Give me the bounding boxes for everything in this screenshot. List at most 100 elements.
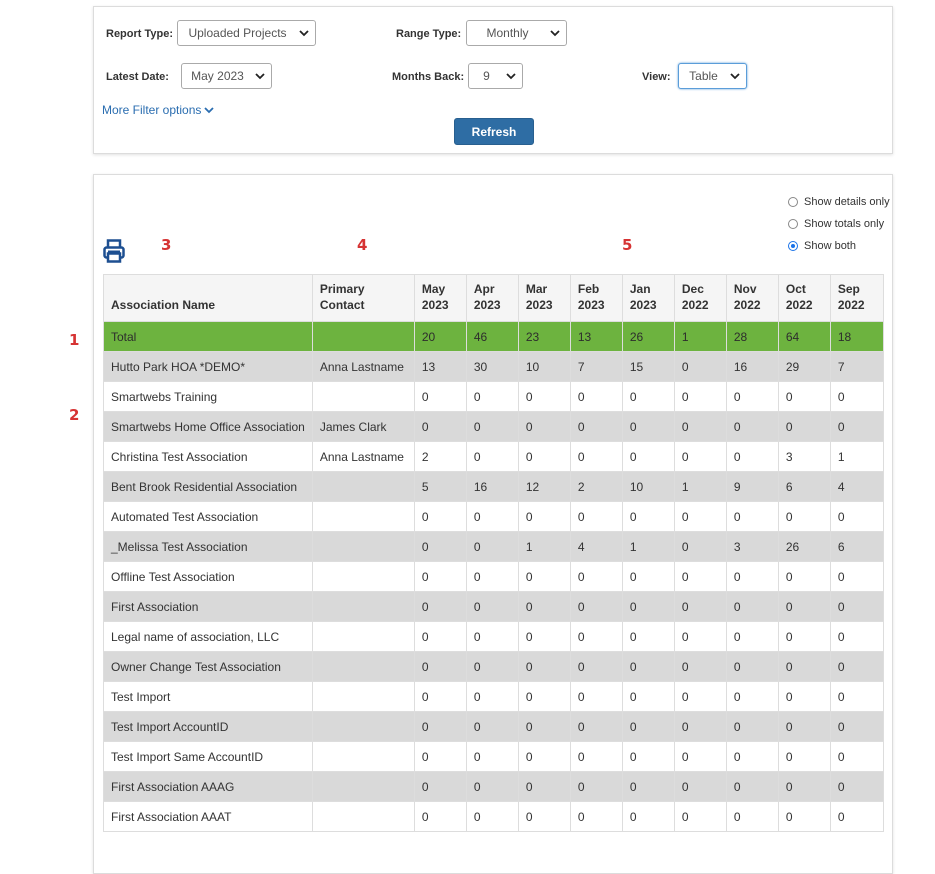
view-select[interactable]: Table [678, 63, 747, 89]
count-cell: 0 [465, 561, 519, 592]
primary-contact-cell [311, 531, 415, 562]
count-cell: 0 [413, 651, 467, 682]
show-totals-only-option[interactable]: Show totals only [788, 218, 884, 230]
count-cell: 0 [621, 681, 675, 712]
column-header[interactable]: Nov 2022 [725, 274, 779, 322]
show-both-radio[interactable] [788, 241, 798, 251]
association-name-cell: _Melissa Test Association [103, 531, 313, 562]
column-header[interactable]: Jan 2023 [621, 274, 675, 322]
annotation-marker-2: 2 [69, 406, 80, 424]
count-cell: 0 [621, 411, 675, 442]
months-back-select[interactable]: 9 [468, 63, 523, 89]
count-cell: 0 [465, 651, 519, 682]
count-cell: 0 [465, 411, 519, 442]
column-header[interactable]: Association Name [103, 274, 313, 322]
table-row: First Association 0 0 0 0 0 0 0 0 0 [103, 591, 884, 622]
count-cell: 0 [777, 621, 831, 652]
count-cell: 0 [569, 801, 623, 832]
count-cell: 0 [777, 771, 831, 802]
count-cell: 29 [777, 351, 831, 382]
column-header[interactable]: Feb 2023 [569, 274, 623, 322]
count-cell: 0 [621, 711, 675, 742]
count-cell: 0 [517, 501, 571, 532]
count-cell: 0 [725, 741, 779, 772]
count-cell: 0 [673, 621, 727, 652]
count-cell: 0 [569, 771, 623, 802]
show-details-only-option[interactable]: Show details only [788, 196, 890, 208]
count-cell: 0 [777, 501, 831, 532]
count-cell: 0 [673, 501, 727, 532]
count-cell: 7 [569, 351, 623, 382]
count-cell: 23 [517, 321, 571, 352]
count-cell: 0 [413, 411, 467, 442]
count-cell: 30 [465, 351, 519, 382]
count-cell: 26 [777, 531, 831, 562]
count-cell: 4 [569, 531, 623, 562]
count-cell: 13 [413, 351, 467, 382]
count-cell: 0 [517, 651, 571, 682]
column-header[interactable]: May 2023 [413, 274, 467, 322]
show-both-option[interactable]: Show both [788, 240, 856, 252]
show-both-label: Show both [804, 240, 856, 252]
range-type-select[interactable]: Monthly [466, 20, 567, 46]
show-totals-only-radio[interactable] [788, 219, 798, 229]
latest-date-select[interactable]: May 2023 [181, 63, 272, 89]
count-cell: 0 [725, 681, 779, 712]
count-cell: 1 [829, 441, 884, 472]
count-cell: 9 [725, 471, 779, 502]
column-header[interactable]: Oct 2022 [777, 274, 831, 322]
count-cell: 0 [673, 681, 727, 712]
more-filter-options-link[interactable]: More Filter options [102, 103, 215, 117]
report-type-value: Uploaded Projects [188, 26, 287, 40]
column-header[interactable]: Mar 2023 [517, 274, 571, 322]
count-cell: 0 [673, 771, 727, 802]
association-name-cell: First Association AAAT [103, 801, 313, 832]
count-cell: 0 [725, 381, 779, 412]
refresh-button[interactable]: Refresh [454, 118, 534, 145]
print-icon[interactable] [103, 239, 125, 263]
association-name-cell: Test Import AccountID [103, 711, 313, 742]
count-cell: 0 [673, 381, 727, 412]
primary-contact-cell: Anna Lastname [311, 351, 415, 382]
column-header[interactable]: Apr 2023 [465, 274, 519, 322]
column-header[interactable]: Primary Contact [311, 274, 415, 322]
primary-contact-cell: James Clark [311, 411, 415, 442]
chevron-down-icon [506, 71, 516, 81]
count-cell: 0 [517, 771, 571, 802]
count-cell: 0 [829, 681, 884, 712]
count-cell: 0 [829, 591, 884, 622]
count-cell: 0 [777, 651, 831, 682]
column-header[interactable]: Dec 2022 [673, 274, 727, 322]
count-cell: 0 [517, 681, 571, 712]
annotation-marker-4: 4 [357, 236, 368, 254]
table-row: Automated Test Association 0 0 0 0 0 0 0 0 0 [103, 501, 884, 532]
count-cell: 0 [621, 561, 675, 592]
table-row: Christina Test Association Anna Lastname 2… [103, 441, 884, 472]
report-type-select[interactable]: Uploaded Projects [177, 20, 316, 46]
count-cell: 0 [465, 741, 519, 772]
association-name-cell: Smartwebs Training [103, 381, 313, 412]
count-cell: 0 [465, 771, 519, 802]
table-row: Smartwebs Home Office Association James C… [103, 411, 884, 442]
chevron-down-icon [255, 71, 265, 81]
primary-contact-cell [311, 741, 415, 772]
view-value: Table [689, 69, 718, 83]
report-panel: Show details only Show totals only Show … [93, 174, 893, 874]
show-details-only-radio[interactable] [788, 197, 798, 207]
chevron-down-icon [204, 103, 215, 117]
count-cell: 0 [673, 591, 727, 622]
total-row: Total 20 46 23 13 26 1 28 64 18 [103, 321, 884, 352]
count-cell: 0 [673, 531, 727, 562]
count-cell: 0 [829, 561, 884, 592]
primary-contact-cell [311, 681, 415, 712]
count-cell: 0 [413, 801, 467, 832]
association-name-cell: Offline Test Association [103, 561, 313, 592]
count-cell: 5 [413, 471, 467, 502]
count-cell: 0 [777, 381, 831, 412]
count-cell: 0 [829, 381, 884, 412]
column-header[interactable]: Sep 2022 [829, 274, 884, 322]
count-cell: 0 [413, 681, 467, 712]
association-name-cell: First Association AAAG [103, 771, 313, 802]
months-back-value: 9 [483, 69, 490, 83]
table-row: _Melissa Test Association 0 0 1 4 1 0 3 26 6 [103, 531, 884, 562]
